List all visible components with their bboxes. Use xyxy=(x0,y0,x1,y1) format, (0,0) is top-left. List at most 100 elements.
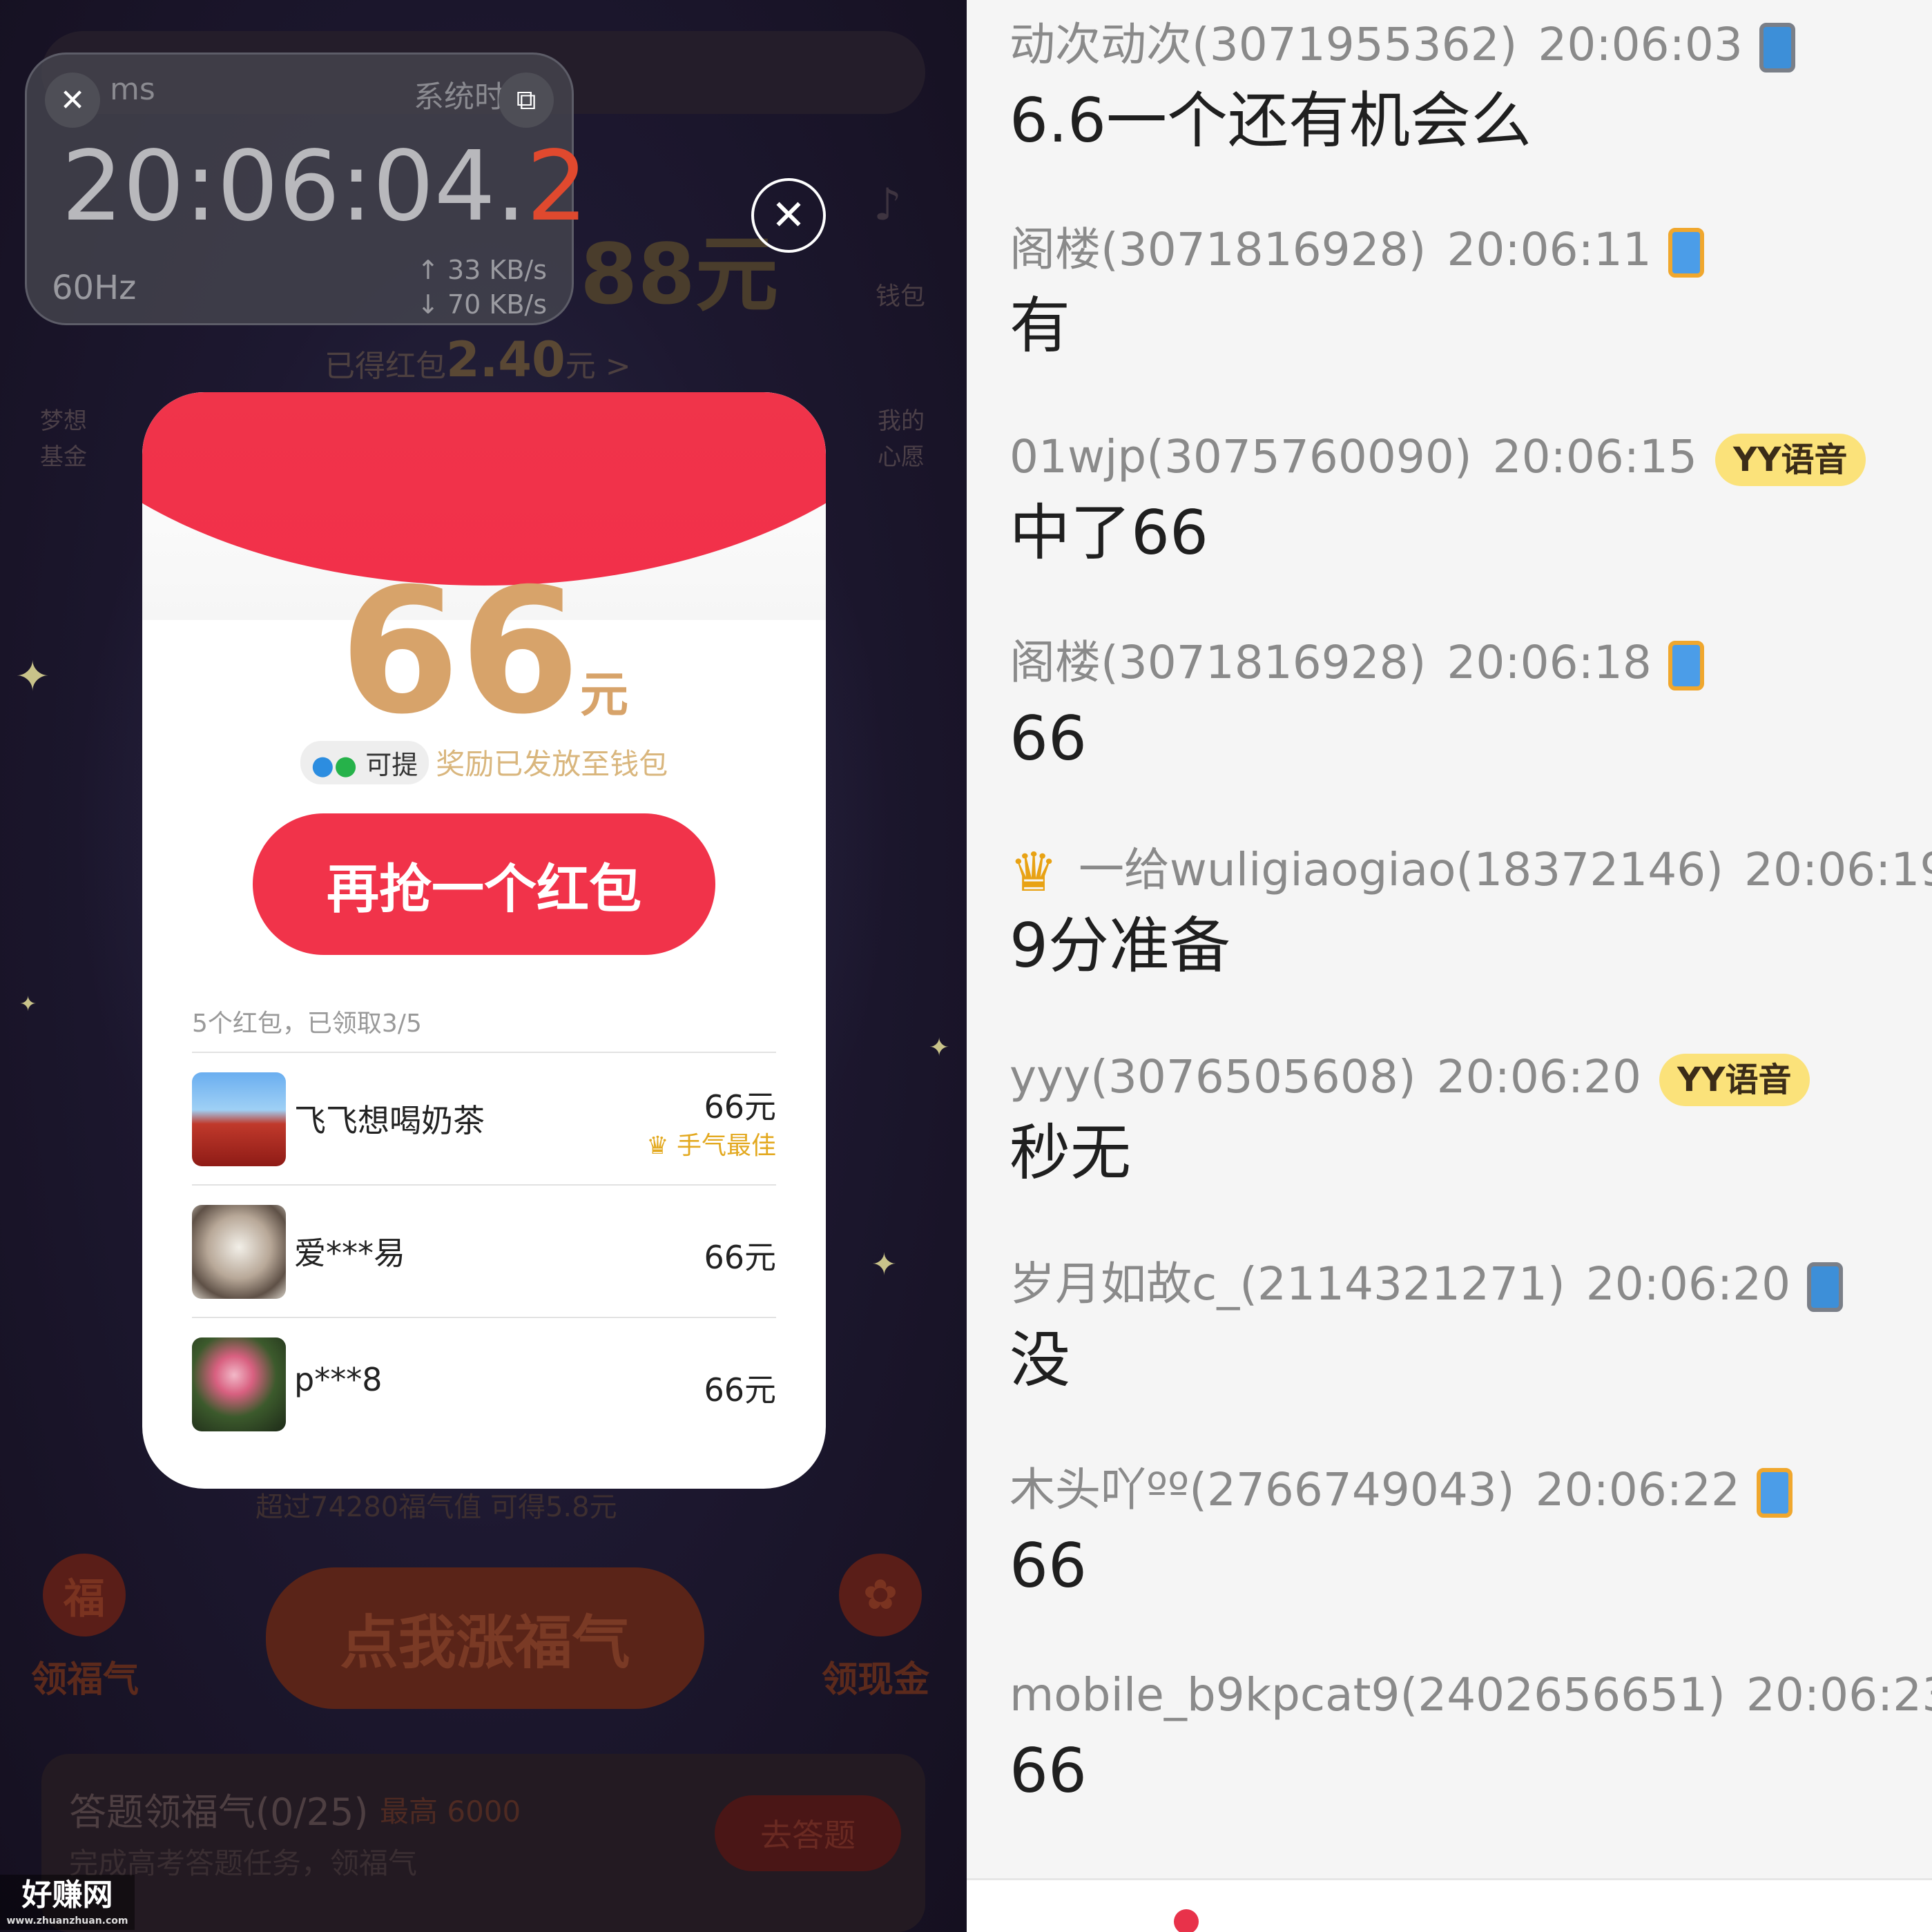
get-cash-label[interactable]: 领现金 xyxy=(822,1650,929,1702)
chat-input-strip[interactable] xyxy=(967,1878,1932,1932)
yy-voice-badge: YY语音 xyxy=(1715,433,1866,486)
message-time: 20:06:18 xyxy=(1447,636,1652,689)
claim-amount: 66元 xyxy=(704,1371,776,1409)
sender-name[interactable]: yyy(3076505608) xyxy=(1010,1050,1416,1103)
chat-message[interactable]: 动次动次(3071955362) 20:06:03 6.6一个还有机会么 xyxy=(1010,10,1932,169)
claim-amount: 66元 xyxy=(704,1088,776,1126)
dream-fund-label[interactable]: 梦想基金 xyxy=(36,403,91,475)
phone-icon xyxy=(1759,22,1795,73)
list-item[interactable]: 爱***易 66元 xyxy=(192,1184,776,1317)
claimer-name: 爱***易 xyxy=(294,1235,405,1272)
chat-message[interactable]: ♛ 一给wuligiaogiao(18372146) 20:06:19 9分准备 xyxy=(1010,835,1932,994)
list-item[interactable]: p***8 66元 xyxy=(192,1317,776,1449)
message-meta: 阁楼(3071816928) 20:06:18 xyxy=(1010,628,1932,697)
chat-message[interactable]: 01wjp(3075760090) 20:06:15 YY语音 中了66 xyxy=(1010,423,1932,581)
picture-in-picture-icon[interactable]: ⧉ xyxy=(499,73,554,128)
wallet-icon[interactable]: ♪ xyxy=(873,180,902,231)
grab-another-button[interactable]: 再抢一个红包 xyxy=(253,813,715,955)
red-packet-modal: 66元 ●● 可提 奖励已发放至钱包 再抢一个红包 5个红包，已领取3/5 飞飞想… xyxy=(142,392,826,1489)
chat-message[interactable]: 阁楼(3071816928) 20:06:11 有 xyxy=(1010,215,1932,374)
earned-value: 2.40 xyxy=(446,331,566,388)
sender-name[interactable]: 阁楼(3071816928) xyxy=(1010,636,1426,689)
message-text: 66 xyxy=(1010,1735,1087,1806)
chat-pane: 动次动次(3071955362) 20:06:03 6.6一个还有机会么 阁楼(3… xyxy=(967,0,1932,1932)
claim-list: 飞飞想喝奶茶 66元 ♛ 手气最佳 爱***易 66元 p***8 66元 xyxy=(192,1052,776,1449)
wallet-label[interactable]: 钱包 xyxy=(876,276,925,312)
site-watermark: 好赚网 www.zhuanzhuan.com xyxy=(0,1875,135,1930)
message-meta: 动次动次(3071955362) 20:06:03 xyxy=(1010,10,1932,79)
sender-name[interactable]: 阁楼(3071816928) xyxy=(1010,223,1426,276)
sender-name[interactable]: 岁月如故c_(2114321271) xyxy=(1010,1257,1565,1311)
message-meta: 01wjp(3075760090) 20:06:15 YY语音 xyxy=(1010,423,1932,492)
wechat-icon: ● xyxy=(334,750,358,780)
message-time: 20:06:19 xyxy=(1743,843,1932,896)
star-icon: ✦ xyxy=(19,992,37,1016)
best-luck-badge: ♛ 手气最佳 xyxy=(646,1126,776,1161)
progress-hint: 超过74280福气值 可得5.8元 xyxy=(255,1491,617,1523)
crown-icon: ♛ xyxy=(646,1132,669,1160)
close-icon[interactable]: ✕ xyxy=(45,73,100,128)
tablet-icon xyxy=(1668,640,1704,690)
phone-icon xyxy=(1807,1262,1844,1312)
message-time: 20:06:20 xyxy=(1585,1257,1791,1311)
amount-number: 66 xyxy=(340,551,580,752)
my-wish-label[interactable]: 我的心愿 xyxy=(873,403,929,475)
message-text: 中了66 xyxy=(1010,497,1208,568)
packet-amount: 66元 xyxy=(142,551,826,752)
background-amount: 88元 xyxy=(580,227,778,323)
task-title: 答题领福气(0/25) xyxy=(69,1790,369,1834)
upload-speed: ↑ 33 KB/s xyxy=(417,255,547,285)
alipay-icon: ● xyxy=(311,750,334,780)
star-icon: ✦ xyxy=(15,653,50,701)
chat-message[interactable]: mobile_b9kpcat9(2402656651) 20:06:23 66 xyxy=(1010,1661,1932,1819)
message-time: 20:06:11 xyxy=(1447,223,1652,276)
reward-text: 奖励已发放至钱包 xyxy=(436,747,668,781)
chat-message[interactable]: 岁月如故c_(2114321271) 20:06:20 没 xyxy=(1010,1250,1932,1409)
clock-main: 20:06:04. xyxy=(61,131,527,243)
message-text: 6.6一个还有机会么 xyxy=(1010,85,1532,156)
avatar xyxy=(192,1072,286,1166)
message-time: 20:06:22 xyxy=(1535,1463,1741,1516)
amount-unit: 元 xyxy=(579,666,628,723)
star-icon: ✦ xyxy=(871,1247,897,1282)
task-max: 最高 6000 xyxy=(380,1795,521,1828)
time-overlay-widget[interactable]: ms 系统时间 ✕ ⧉ 20:06:04.2 60Hz ↑ 33 KB/s ↓ … xyxy=(25,52,588,325)
tablet-icon xyxy=(1757,1467,1793,1518)
message-time: 20:06:15 xyxy=(1492,430,1698,483)
crown-icon: ♛ xyxy=(1010,841,1058,904)
fortune-bag-icon[interactable]: 福 xyxy=(43,1554,126,1636)
withdrawable-label: 可提 xyxy=(365,750,418,780)
chat-message[interactable]: yyy(3076505608) 20:06:20 YY语音 秒无 xyxy=(1010,1043,1932,1201)
message-meta: 岁月如故c_(2114321271) 20:06:20 xyxy=(1010,1250,1932,1319)
message-meta: 阁楼(3071816928) 20:06:11 xyxy=(1010,215,1932,284)
sender-name[interactable]: 木头吖ºº(2766749043) xyxy=(1010,1463,1515,1516)
watermark-sub: www.zhuanzhuan.com xyxy=(6,1915,128,1926)
yy-voice-badge: YY语音 xyxy=(1659,1053,1810,1106)
message-time: 20:06:23 xyxy=(1746,1668,1932,1721)
message-meta: ♛ 一给wuligiaogiao(18372146) 20:06:19 xyxy=(1010,835,1932,905)
task-card: 答题领福气(0/25) 最高 6000 完成高考答题任务，领福气 去答题 xyxy=(41,1754,925,1932)
message-meta: mobile_b9kpcat9(2402656651) 20:06:23 xyxy=(1010,1661,1932,1730)
sender-name[interactable]: 动次动次(3071955362) xyxy=(1010,18,1517,71)
ms-label: ms xyxy=(110,72,155,107)
list-item[interactable]: 飞飞想喝奶茶 66元 ♛ 手气最佳 xyxy=(192,1052,776,1184)
boost-fortune-button[interactable]: 点我涨福气 xyxy=(266,1567,704,1709)
clock-time: 20:06:04.2 xyxy=(61,131,588,243)
cash-bag-icon[interactable]: ✿ xyxy=(839,1554,922,1636)
best-luck-label: 手气最佳 xyxy=(676,1132,776,1160)
message-text: 秒无 xyxy=(1010,1117,1132,1188)
claimer-name: p***8 xyxy=(294,1361,383,1398)
sender-name[interactable]: 一给wuligiaogiao(18372146) xyxy=(1079,843,1723,896)
reward-status: ●● 可提 奖励已发放至钱包 xyxy=(142,741,826,784)
sender-name[interactable]: mobile_b9kpcat9(2402656651) xyxy=(1010,1668,1726,1721)
earned-summary[interactable]: 已得红包2.40元 > xyxy=(325,331,631,388)
app-screen: 88元 已得红包2.40元 > 梦想基金 我的心愿 ♪ 钱包 ✦ ✦ ✦ ✦ 超… xyxy=(0,0,967,1932)
chat-message[interactable]: 阁楼(3071816928) 20:06:18 66 xyxy=(1010,628,1932,787)
earned-unit: 元 > xyxy=(565,349,631,384)
answer-button[interactable]: 去答题 xyxy=(715,1795,901,1871)
message-text: 9分准备 xyxy=(1010,910,1230,981)
modal-close-icon[interactable]: ✕ xyxy=(751,178,826,253)
sender-name[interactable]: 01wjp(3075760090) xyxy=(1010,430,1472,483)
chat-message[interactable]: 木头吖ºº(2766749043) 20:06:22 66 xyxy=(1010,1456,1932,1614)
get-fortune-label[interactable]: 领福气 xyxy=(31,1650,139,1702)
